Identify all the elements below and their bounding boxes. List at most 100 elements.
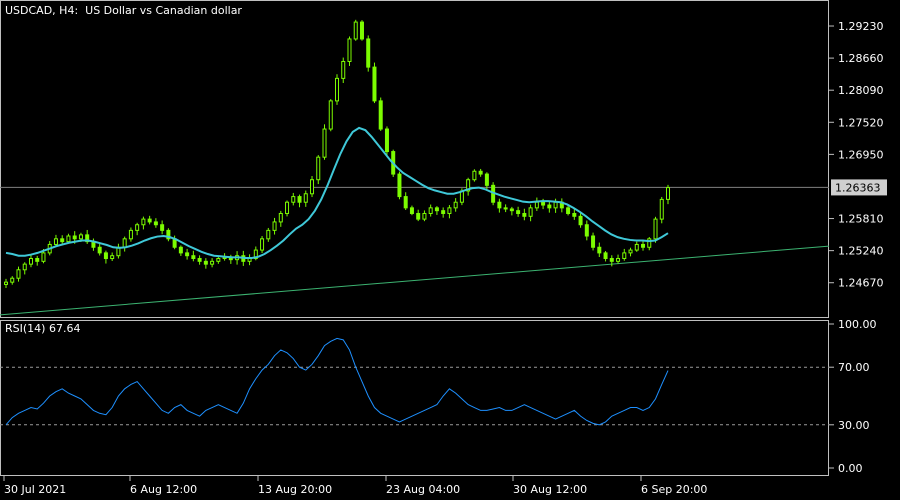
- candle-body: [103, 252, 108, 260]
- candle-body: [53, 238, 58, 245]
- candle-body: [659, 198, 664, 220]
- candle-body: [516, 210, 521, 214]
- main-panel-frame: [0, 0, 829, 318]
- candle-body: [553, 201, 558, 209]
- candle-body: [297, 196, 302, 203]
- price-tick-label: 1.25240: [838, 245, 884, 258]
- candle-body: [634, 243, 639, 251]
- rsi-panel-frame: [0, 320, 829, 476]
- candle-body: [353, 21, 358, 40]
- candle-body: [78, 234, 83, 240]
- candle-body: [35, 258, 40, 262]
- support-trendline: [0, 245, 830, 316]
- candle-body: [10, 277, 15, 283]
- candle-body: [384, 128, 389, 153]
- candle-body: [622, 252, 627, 260]
- rsi-tick-label: 100.00: [838, 318, 877, 331]
- candle-body: [335, 77, 339, 102]
- candle-body: [603, 252, 608, 260]
- candle-body: [416, 212, 421, 220]
- price-tick-label: 1.24670: [838, 277, 884, 290]
- candle-body: [578, 215, 583, 226]
- candle-body: [609, 258, 614, 262]
- candle-body: [541, 201, 546, 206]
- price-tick-label: 1.28660: [838, 52, 884, 65]
- candle-body: [260, 238, 265, 251]
- candle-body: [447, 207, 452, 214]
- candle-body: [497, 201, 502, 209]
- candle-body: [4, 281, 8, 285]
- price-tick-label: 1.26950: [838, 148, 884, 161]
- candle-body: [216, 258, 221, 262]
- candle-body: [628, 249, 633, 254]
- time-tick-label: 30 Aug 12:00: [513, 483, 587, 496]
- candle-body: [591, 235, 596, 248]
- candle-body: [272, 221, 277, 231]
- candle-body: [441, 210, 446, 214]
- time-tick-label: 23 Aug 04:00: [386, 483, 460, 496]
- chart-title: USDCAD, H4: US Dollar vs Canadian dollar: [5, 4, 242, 17]
- candle-body: [110, 255, 115, 260]
- candle-body: [666, 187, 670, 200]
- candle-body: [572, 212, 577, 217]
- candle-body: [41, 252, 46, 262]
- candle-body: [266, 229, 271, 240]
- rsi-tick-label: 0.00: [838, 462, 863, 475]
- candle-body: [653, 218, 658, 240]
- candle-body: [503, 207, 508, 210]
- candle-body: [291, 196, 296, 203]
- candle-body: [153, 221, 158, 226]
- candle-body: [147, 218, 152, 223]
- candle-body: [584, 224, 589, 237]
- candle-body: [478, 170, 483, 175]
- candle-body: [528, 207, 533, 217]
- candle-body: [372, 66, 377, 102]
- candle-body: [616, 258, 621, 262]
- candle-body: [66, 235, 71, 243]
- candle-body: [310, 179, 315, 195]
- candle-body: [141, 218, 146, 226]
- candle-body: [210, 260, 215, 265]
- candle-body: [453, 201, 458, 209]
- current-price-label: 1.26363: [835, 181, 881, 194]
- candle-body: [359, 21, 364, 40]
- candle-body: [97, 246, 102, 254]
- moving-average-line: [5, 126, 669, 259]
- candle-body: [72, 235, 77, 240]
- candle-body: [303, 193, 308, 203]
- candle-body: [197, 258, 202, 262]
- chart-canvas: 1.29230 1.28660 1.28090 1.27520 1.26950 1.258…: [0, 0, 887, 496]
- candle-body: [203, 260, 208, 265]
- rsi-chart[interactable]: [0, 337, 829, 426]
- candle-body: [128, 229, 133, 240]
- rsi-line: [5, 337, 669, 426]
- candle-body: [434, 207, 439, 212]
- candle-body: [403, 196, 408, 209]
- candle-body: [22, 263, 27, 271]
- price-tick-label: 1.28090: [838, 84, 884, 97]
- candle-body: [534, 201, 539, 209]
- time-tick-label: 6 Sep 20:00: [641, 483, 707, 496]
- rsi-tick-label: 30.00: [838, 419, 870, 432]
- candle-body: [472, 170, 477, 181]
- candle-body: [160, 224, 165, 231]
- price-tick-label: 1.25810: [838, 213, 884, 226]
- rsi-tick-label: 70.00: [838, 361, 870, 374]
- price-chart[interactable]: [0, 19, 830, 316]
- candle-body: [566, 207, 571, 214]
- price-tick-label: 1.27520: [838, 116, 884, 129]
- candle-body: [185, 252, 190, 257]
- candle-body: [484, 173, 489, 186]
- rsi-indicator-title: RSI(14) 67.64: [5, 322, 81, 335]
- candle-body: [316, 156, 321, 181]
- candle-body: [278, 212, 283, 223]
- candle-body: [341, 60, 346, 79]
- candle-body: [60, 238, 65, 243]
- candle-body: [378, 100, 383, 130]
- candle-body: [191, 255, 196, 260]
- price-tick-label: 1.29230: [838, 20, 884, 33]
- candle-body: [428, 207, 433, 214]
- candle-body: [509, 208, 514, 212]
- candle-body: [328, 100, 333, 130]
- time-tick-label: 30 Jul 2021: [4, 483, 66, 496]
